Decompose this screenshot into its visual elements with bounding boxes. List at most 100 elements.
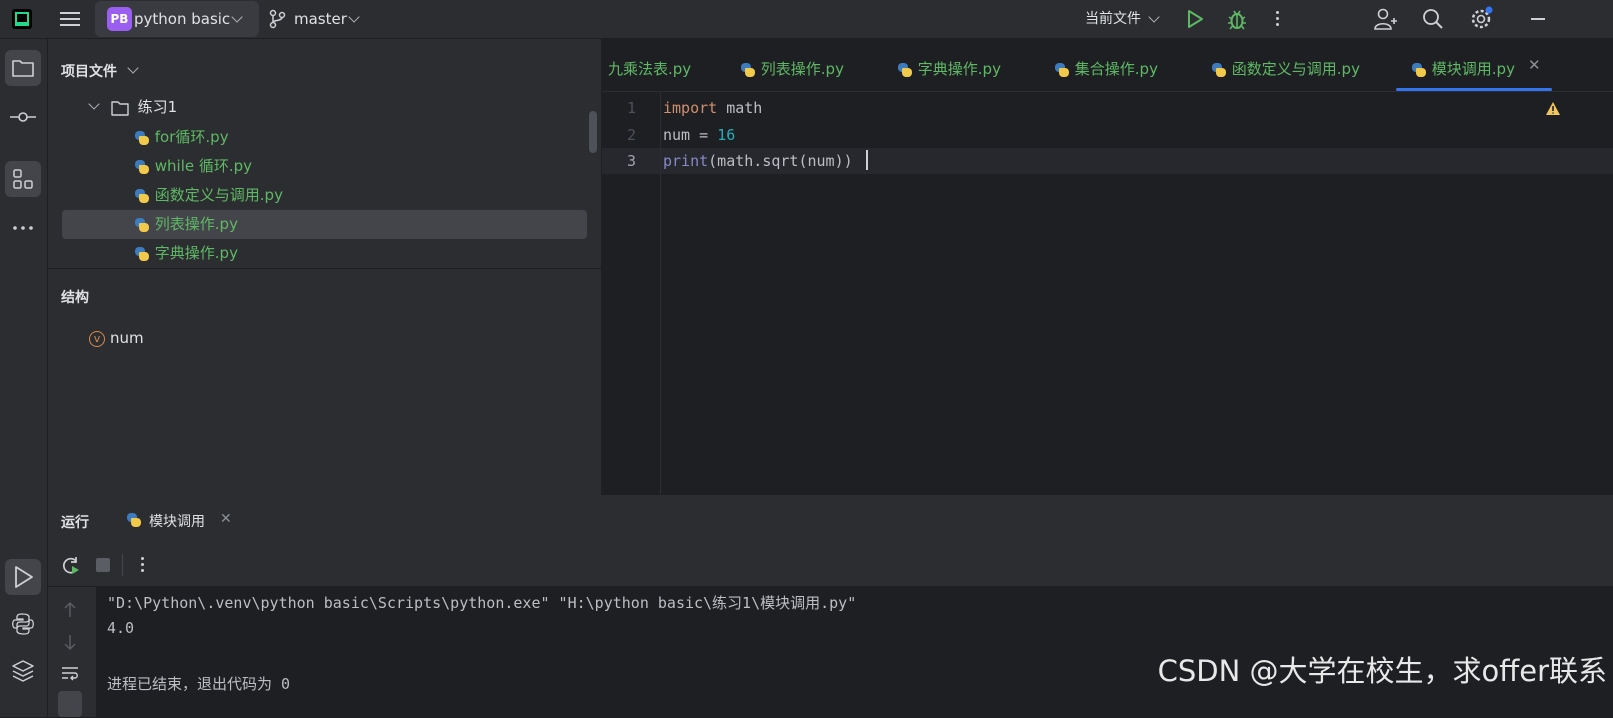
tree-file-row[interactable]: 字典操作.py [134, 239, 238, 268]
run-config-selector[interactable]: 当前文件 [1085, 9, 1141, 29]
python-file-icon [134, 130, 150, 146]
editor-tab[interactable]: 列表操作.py [740, 39, 844, 91]
toolbar-divider [122, 554, 123, 576]
run-panel-title: 运行 [61, 515, 89, 531]
folder-icon [111, 100, 129, 116]
add-user-icon[interactable] [1373, 7, 1397, 31]
tree-folder-row[interactable]: 练习1 [88, 93, 588, 122]
python-file-icon [134, 159, 150, 175]
python-file-icon [1054, 62, 1070, 78]
chevron-down-icon [1148, 11, 1160, 23]
project-badge: PB [107, 7, 132, 31]
python-file-icon [126, 512, 142, 528]
structure-item[interactable]: num [110, 329, 144, 347]
structure-panel: 结构 v num [48, 268, 601, 495]
editor-tab-bar: 九乘法表.py 列表操作.py 字典操作.py 集合操作.py 函数定义与调用.… [602, 39, 1613, 92]
commit-tool-button[interactable] [5, 99, 41, 135]
more-horizontal-icon [13, 226, 33, 230]
chevron-down-icon [348, 11, 360, 23]
variable-icon: v [89, 331, 105, 347]
rerun-icon[interactable] [61, 556, 81, 576]
warning-icon[interactable] [1545, 101, 1561, 116]
main-menu-icon[interactable] [58, 8, 82, 30]
console-side-toolbar [48, 587, 96, 717]
run-icon [15, 566, 33, 588]
project-tool-button[interactable] [5, 50, 41, 86]
line-number: 1 [626, 99, 636, 117]
active-tab-indicator [1396, 88, 1552, 91]
tool-window-strip [0, 39, 48, 717]
watermark: CSDN @大学在校生，求offer联系 [1157, 654, 1607, 688]
file-label: for循环.py [154, 128, 229, 146]
run-toolbar [48, 544, 1613, 587]
git-branch-icon [269, 9, 286, 29]
file-label: 列表操作.py [154, 215, 238, 233]
pycharm-logo-icon [12, 9, 32, 29]
code-line[interactable]: import math [663, 99, 762, 117]
file-label: 字典操作.py [154, 244, 238, 262]
debug-icon[interactable] [1226, 7, 1248, 31]
editor-tab-active[interactable]: 模块调用.py [1411, 39, 1515, 91]
structure-panel-title: 结构 [61, 290, 89, 306]
python-file-icon [134, 246, 150, 262]
python-file-icon [1211, 62, 1227, 78]
file-label: while 循环.py [154, 157, 253, 175]
layers-icon [12, 660, 34, 682]
python-file-icon [134, 217, 150, 233]
file-label: 函数定义与调用.py [154, 186, 283, 204]
folder-label: 练习1 [137, 98, 178, 116]
branch-selector[interactable]: master [294, 9, 347, 29]
tree-file-row[interactable]: 函数定义与调用.py [134, 181, 283, 210]
close-tab-icon[interactable]: ✕ [1528, 56, 1541, 74]
scroll-up-icon[interactable] [62, 601, 78, 619]
editor-tab[interactable]: 九乘法表.py [608, 39, 691, 91]
line-number: 2 [626, 126, 636, 144]
folder-icon [12, 60, 34, 77]
editor-tab[interactable]: 函数定义与调用.py [1211, 39, 1360, 91]
stop-icon[interactable] [96, 558, 110, 572]
code-line[interactable]: num = 16 [663, 126, 735, 144]
run-tool-button[interactable] [5, 559, 41, 595]
title-bar: PB python basic master 当前文件 [0, 0, 1613, 39]
python-console-button[interactable] [5, 606, 41, 642]
search-icon[interactable] [1421, 7, 1445, 31]
python-file-icon [134, 188, 150, 204]
python-packages-button[interactable] [5, 653, 41, 689]
python-icon [12, 613, 34, 635]
scrollbar-thumb[interactable] [589, 111, 597, 153]
editor-tab[interactable]: 集合操作.py [1054, 39, 1158, 91]
python-file-icon [897, 62, 913, 78]
tree-file-row[interactable]: for循环.py [134, 123, 229, 152]
chevron-down-icon [88, 98, 100, 110]
editor-tab[interactable]: 字典操作.py [897, 39, 1001, 91]
close-tab-icon[interactable]: ✕ [220, 511, 232, 527]
python-file-icon [1411, 62, 1427, 78]
run-panel-header: 运行 模块调用 ✕ [48, 496, 1613, 547]
run-icon[interactable] [1186, 9, 1204, 29]
scroll-down-icon[interactable] [62, 633, 78, 651]
minimize-icon[interactable] [1531, 18, 1545, 20]
python-file-icon [740, 62, 756, 78]
project-panel: 项目文件 练习1 for循环.py while 循环.py 函数定义与调用.py… [48, 39, 601, 268]
structure-tool-button[interactable] [5, 161, 41, 197]
structure-icon [13, 169, 33, 189]
console-line: 4.0 [107, 619, 135, 637]
code-line-current[interactable]: print(math.sqrt(num)) [663, 152, 853, 170]
tree-file-row-selected[interactable]: 列表操作.py [134, 210, 238, 239]
commit-icon [10, 112, 36, 122]
console-line: 进程已结束，退出代码为 0 [107, 675, 291, 693]
tree-file-row[interactable]: while 循环.py [134, 152, 252, 181]
project-panel-title[interactable]: 项目文件 [61, 61, 117, 81]
soft-wrap-icon[interactable] [61, 665, 79, 681]
settings-gear-icon[interactable] [1469, 6, 1495, 32]
text-caret [866, 150, 868, 170]
project-name: python basic [134, 10, 231, 28]
more-options-icon[interactable] [141, 557, 145, 572]
chevron-down-icon [127, 62, 139, 74]
line-number-current: 3 [626, 152, 636, 170]
scroll-to-end-button[interactable] [58, 691, 82, 717]
more-actions-icon[interactable] [1276, 10, 1280, 28]
run-tab-label: 模块调用 [149, 514, 205, 530]
console-line: "D:\Python\.venv\python basic\Scripts\py… [107, 594, 857, 612]
more-tools-button[interactable] [5, 210, 41, 246]
